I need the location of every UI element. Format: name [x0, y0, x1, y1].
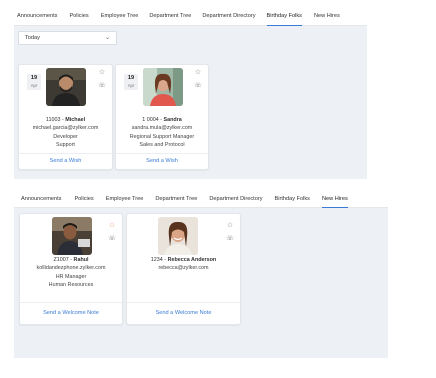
- employee-photo: [46, 68, 86, 106]
- tab-employee-tree[interactable]: Employee Tree: [101, 6, 139, 26]
- employee-role: HR Manager: [55, 273, 87, 280]
- tab-policies[interactable]: Policies: [74, 190, 93, 208]
- employee-info: 11003 - Michael michael.garcia@zylker.co…: [19, 116, 112, 150]
- tab-department-tree[interactable]: Department Tree: [149, 6, 191, 26]
- birthday-date-badge: 19 Apr: [124, 74, 138, 90]
- employee-name-line: 11003 - Michael: [45, 117, 86, 123]
- employee-name: Rebecca Anderson: [167, 257, 217, 263]
- employee-name-line: 1 0004 - Sandra: [142, 117, 182, 123]
- employee-info: 1 0004 - Sandra sandra.mula@zylker.com R…: [116, 116, 208, 150]
- new-hires-panel: Announcements Policies Employee Tree Dep…: [14, 190, 388, 358]
- send-wish-button[interactable]: Send a Wish: [116, 158, 208, 164]
- tab-announcements[interactable]: Announcements: [21, 190, 61, 208]
- tab-new-hires[interactable]: New Hires: [314, 6, 340, 26]
- employee-photo: [143, 68, 183, 106]
- tab-department-tree[interactable]: Department Tree: [155, 190, 197, 208]
- phone-icon[interactable]: ☏: [98, 82, 106, 90]
- tab-new-hires[interactable]: New Hires: [321, 190, 348, 208]
- tab-employee-tree[interactable]: Employee Tree: [106, 190, 144, 208]
- date-filter-value: Today: [25, 35, 40, 41]
- tab-bar: Announcements Policies Employee Tree Dep…: [14, 190, 388, 208]
- birthday-folks-panel: Announcements Policies Employee Tree Dep…: [14, 6, 367, 179]
- phone-icon[interactable]: ☏: [226, 235, 234, 243]
- new-hire-card: ☆ ☏ Z1007 - Rahul kollidandezphone.zylke…: [19, 213, 123, 325]
- card-divider: [116, 153, 208, 154]
- employee-id: 11003: [45, 117, 61, 123]
- card-divider: [19, 153, 112, 154]
- employee-email: kollidandezphone.zylker.com: [36, 265, 106, 272]
- phone-icon[interactable]: ☏: [108, 235, 116, 243]
- employee-info: Z1007 - Rahul kollidandezphone.zylker.co…: [20, 256, 122, 290]
- birthday-month: Apr: [127, 83, 135, 88]
- employee-id: 1 0004: [142, 117, 159, 123]
- birthday-content: Today ⌄ 19 Apr ☆ ☏ 11003 - Michael micha…: [14, 26, 367, 179]
- star-icon[interactable]: ☆: [108, 222, 116, 230]
- birthday-card: 19 Apr ☆ ☏ 1 0004 - Sandra sandra.mula@z…: [115, 64, 209, 170]
- employee-name: Michael: [65, 117, 86, 123]
- birthday-card: 19 Apr ☆ ☏ 11003 - Michael michael.garci…: [18, 64, 113, 170]
- card-divider: [20, 302, 122, 303]
- star-icon[interactable]: ☆: [98, 69, 106, 77]
- send-welcome-note-button[interactable]: Send a Welcome Note: [127, 310, 240, 316]
- employee-email: sandra.mula@zylker.com: [131, 125, 193, 132]
- employee-email: michael.garcia@zylker.com: [32, 125, 99, 132]
- tab-department-directory[interactable]: Department Directory: [202, 6, 255, 26]
- send-wish-button[interactable]: Send a Wish: [19, 158, 112, 164]
- employee-department: Human Resources: [48, 282, 94, 289]
- employee-info: 1234 - Rebecca Anderson rebecca@zylker.c…: [127, 256, 240, 273]
- employee-department: Support: [56, 142, 75, 149]
- employee-name: Sandra: [163, 117, 182, 123]
- birthday-month: Apr: [30, 83, 38, 88]
- send-welcome-note-button[interactable]: Send a Welcome Note: [20, 310, 122, 316]
- card-divider: [127, 302, 240, 303]
- phone-icon[interactable]: ☏: [194, 82, 202, 90]
- birthday-date-badge: 19 Apr: [27, 74, 41, 90]
- new-hire-card: ☆ ☏ 1234 - Rebecca Anderson rebecca@zylk…: [126, 213, 241, 325]
- employee-email: rebecca@zylker.com: [158, 265, 209, 272]
- chevron-down-icon: ⌄: [104, 35, 110, 41]
- employee-role: Regional Support Manager: [129, 133, 195, 140]
- employee-role: Developer: [53, 133, 78, 140]
- employee-name: Rahul: [73, 257, 89, 263]
- employee-id: 1234: [150, 257, 163, 263]
- tab-bar: Announcements Policies Employee Tree Dep…: [14, 6, 367, 26]
- employee-name-line: Z1007 - Rahul: [53, 257, 89, 263]
- employee-photo: [158, 217, 198, 255]
- employee-id: Z1007: [53, 257, 69, 263]
- tab-department-directory[interactable]: Department Directory: [209, 190, 262, 208]
- date-filter-dropdown[interactable]: Today ⌄: [18, 31, 117, 45]
- employee-photo: [52, 217, 92, 255]
- star-icon[interactable]: ☆: [194, 69, 202, 77]
- tab-birthday-folks[interactable]: Birthday Folks: [266, 6, 302, 26]
- tab-policies[interactable]: Policies: [69, 6, 88, 26]
- new-hires-content: ☆ ☏ Z1007 - Rahul kollidandezphone.zylke…: [14, 208, 388, 358]
- birthday-day: 19: [30, 75, 38, 81]
- tab-birthday-folks[interactable]: Birthday Folks: [275, 190, 310, 208]
- birthday-day: 19: [127, 75, 135, 81]
- employee-department: Sales and Protocol: [139, 142, 185, 149]
- tab-announcements[interactable]: Announcements: [17, 6, 57, 26]
- star-icon[interactable]: ☆: [226, 222, 234, 230]
- employee-name-line: 1234 - Rebecca Anderson: [150, 257, 217, 263]
